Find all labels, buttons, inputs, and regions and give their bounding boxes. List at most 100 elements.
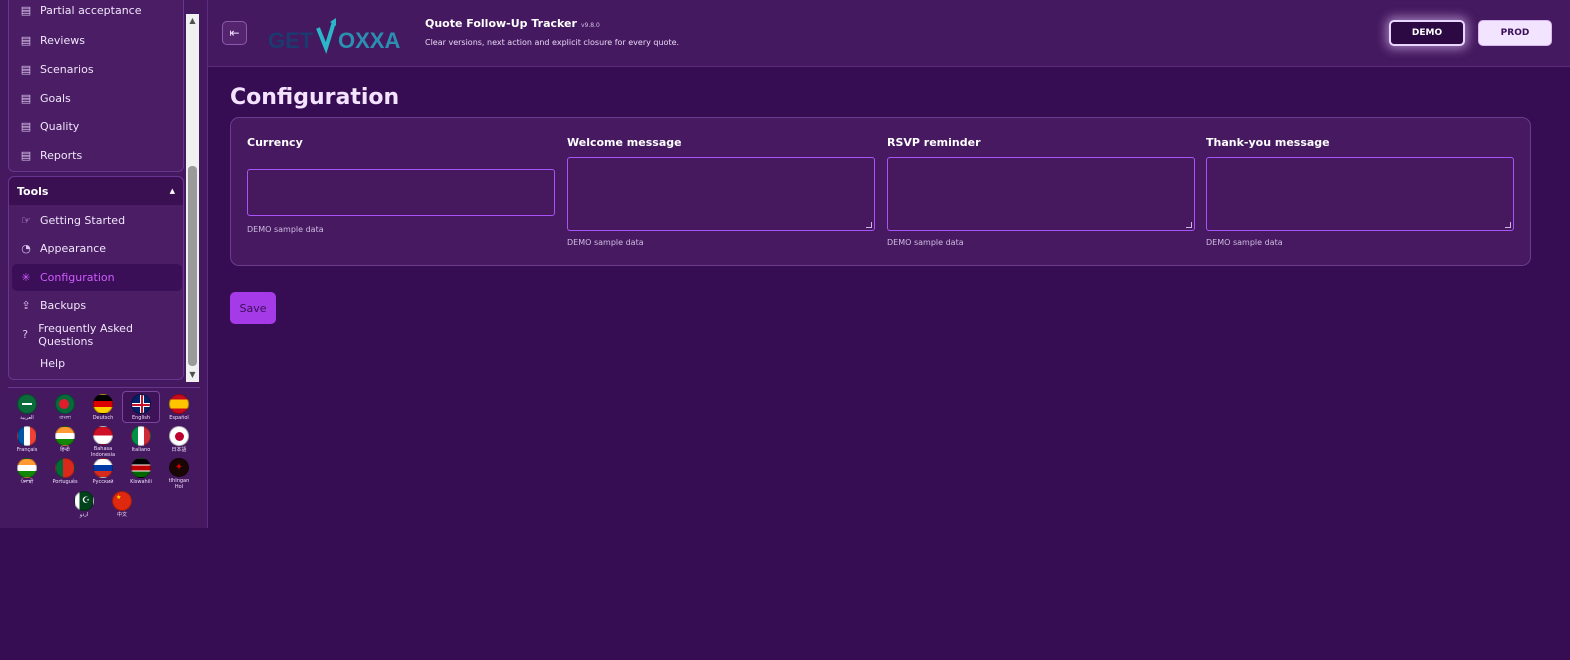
language-hi[interactable]: हिन्दी [46, 426, 84, 458]
rsvp-reminder-hint: DEMO sample data [887, 238, 964, 247]
language-sw[interactable]: Kiswahili [122, 458, 160, 490]
flag-italy-icon [131, 426, 151, 446]
document-icon: ▤ [20, 120, 32, 133]
flag-france-icon [17, 426, 37, 446]
sidebar-item-label: Reports [40, 149, 83, 162]
upload-icon: ⇪ [21, 299, 31, 312]
nav-group-main: ▤ Partial acceptance ▤ Reviews ▤ Scenari… [8, 0, 184, 172]
rsvp-reminder-label: RSVP reminder [887, 136, 981, 149]
sidebar-item-label: Help [40, 357, 66, 370]
sidebar-item-label: Partial acceptance [40, 4, 142, 17]
sidebar-item-label: Appearance [40, 242, 107, 255]
sidebar-item-goals[interactable]: ▤ Goals [12, 85, 182, 112]
sidebar-item-appearance[interactable]: ◔ Appearance [12, 235, 182, 262]
logo-graphic: GET OXXA [268, 18, 400, 55]
thank-you-message-hint: DEMO sample data [1206, 238, 1283, 247]
sidebar-item-backups[interactable]: ⇪ Backups [12, 292, 182, 319]
language-ru[interactable]: Русский [84, 458, 122, 490]
app-subtitle: Clear versions, next action and explicit… [425, 38, 680, 47]
language-ar[interactable]: العربية [8, 394, 46, 426]
app-title: Quote Follow-Up Tracker v9.8.0 [425, 17, 600, 30]
collapse-sidebar-button[interactable]: ⇤ [222, 21, 247, 45]
language-bn[interactable]: বাংলা [46, 394, 84, 426]
document-icon: ▤ [20, 63, 32, 76]
nav-group-tools: Tools ▲ ☞ Getting Started ◔ Appearance ✳… [8, 176, 184, 380]
flag-indonesia-icon [93, 426, 113, 445]
flag-germany-icon [93, 394, 113, 414]
resize-handle-icon[interactable] [866, 222, 872, 228]
sidebar-item-reviews[interactable]: ▤ Reviews [12, 27, 182, 54]
app-version: v9.8.0 [580, 22, 600, 29]
document-icon: ▤ [20, 92, 32, 105]
sidebar: ▤ Partial acceptance ▤ Reviews ▤ Scenari… [0, 0, 208, 528]
sidebar-item-label: Configuration [40, 271, 115, 284]
configuration-card: Currency DEMO sample data Welcome messag… [230, 117, 1531, 266]
currency-hint: DEMO sample data [247, 225, 324, 234]
sparkle-icon: ✳ [21, 271, 31, 284]
sidebar-item-reports[interactable]: ▤ Reports [12, 142, 182, 169]
welcome-message-textarea[interactable] [567, 157, 875, 231]
language-en[interactable]: English [122, 391, 160, 423]
sidebar-scrollbar[interactable]: ▲ ▼ [186, 14, 199, 382]
language-id[interactable]: Bahasa Indonesia [84, 426, 122, 458]
language-zh[interactable]: ★ 中文 [103, 491, 141, 523]
pointer-icon: ☞ [21, 214, 31, 227]
flag-japan-icon [169, 426, 189, 446]
thank-you-message-label: Thank-you message [1206, 136, 1330, 149]
flag-pakistan-icon: ☪ [74, 491, 94, 511]
language-pa[interactable]: ਪੰਜਾਬੀ [8, 458, 46, 490]
flag-bangladesh-icon [55, 394, 75, 414]
welcome-message-label: Welcome message [567, 136, 682, 149]
sidebar-item-label: Quality [40, 120, 80, 133]
flag-spain-icon [169, 394, 189, 414]
prod-environment-button[interactable]: PROD [1478, 20, 1552, 46]
svg-text:GET: GET [268, 28, 314, 53]
resize-handle-icon[interactable] [1186, 222, 1192, 228]
language-tlh[interactable]: ✦ tlhIngan Hol [160, 458, 198, 490]
language-ur[interactable]: ☪ اردو [65, 491, 103, 523]
tools-section-header[interactable]: Tools ▲ [9, 177, 183, 205]
sidebar-item-partial-acceptance[interactable]: ▤ Partial acceptance [12, 0, 182, 24]
help-circle-icon: ? [22, 328, 29, 341]
language-ja[interactable]: 日本語 [160, 426, 198, 458]
sidebar-nav-scroll[interactable]: ▤ Partial acceptance ▤ Reviews ▤ Scenari… [0, 0, 200, 382]
sidebar-item-faq[interactable]: ? Frequently Asked Questions [12, 321, 182, 348]
svg-text:OXXA: OXXA [338, 28, 400, 53]
sidebar-item-configuration[interactable]: ✳ Configuration [12, 264, 182, 291]
scroll-down-arrow-icon[interactable]: ▼ [186, 368, 199, 382]
document-icon: ▤ [20, 149, 32, 162]
flag-russia-icon [93, 458, 113, 478]
sidebar-item-label: Goals [40, 92, 71, 105]
language-fr[interactable]: Français [8, 426, 46, 458]
logo: GET OXXA [268, 14, 418, 56]
sidebar-item-label: Reviews [40, 34, 85, 47]
language-de[interactable]: Deutsch [84, 394, 122, 426]
rsvp-reminder-textarea[interactable] [887, 157, 1195, 231]
scroll-up-arrow-icon[interactable]: ▲ [186, 14, 199, 28]
save-button[interactable]: Save [230, 292, 276, 324]
flag-klingon-icon: ✦ [169, 458, 189, 477]
thank-you-message-textarea[interactable] [1206, 157, 1514, 231]
flag-india-icon [17, 458, 37, 478]
sidebar-item-label: Frequently Asked Questions [38, 321, 133, 348]
sidebar-divider [8, 387, 200, 388]
flag-india-icon [55, 426, 75, 446]
sidebar-item-getting-started[interactable]: ☞ Getting Started [12, 207, 182, 234]
document-icon: ▤ [20, 4, 32, 17]
document-icon: ▤ [20, 34, 32, 47]
sidebar-item-quality[interactable]: ▤ Quality [12, 113, 182, 140]
demo-environment-button[interactable]: DEMO [1389, 20, 1465, 46]
currency-label: Currency [247, 136, 303, 149]
language-pt[interactable]: Português [46, 458, 84, 490]
currency-input[interactable] [247, 169, 555, 216]
sidebar-item-label: Scenarios [40, 63, 94, 76]
top-header: ⇤ GET OXXA Quote Follow-Up Tracker v9.8.0… [208, 0, 1570, 67]
resize-handle-icon[interactable] [1505, 222, 1511, 228]
language-it[interactable]: Italiano [122, 426, 160, 458]
palette-icon: ◔ [21, 242, 31, 255]
language-es[interactable]: Español [160, 394, 198, 426]
app-root: ▤ Partial acceptance ▤ Reviews ▤ Scenari… [0, 0, 1570, 660]
sidebar-item-help[interactable]: Help [12, 350, 182, 377]
sidebar-item-scenarios[interactable]: ▤ Scenarios [12, 56, 182, 83]
scrollbar-thumb[interactable] [188, 166, 197, 366]
